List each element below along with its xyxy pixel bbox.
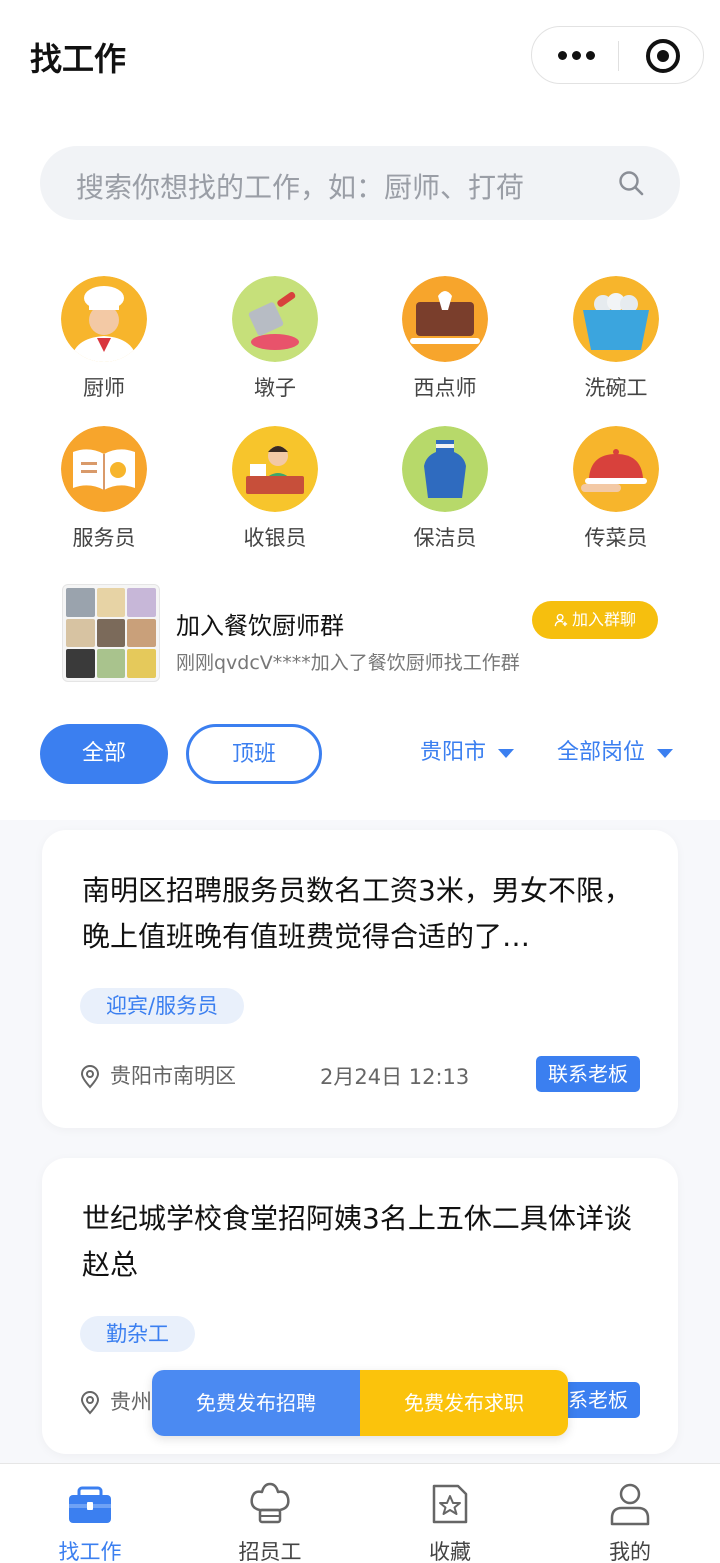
tab-label: 我的 bbox=[609, 1540, 651, 1563]
join-group-label: 加入群聊 bbox=[571, 610, 636, 629]
tab-label: 找工作 bbox=[58, 1540, 122, 1563]
job-location-text: 贵阳市南明区 bbox=[110, 1064, 236, 1088]
tab-label: 招员工 bbox=[238, 1540, 302, 1563]
position-dropdown[interactable]: 全部岗位 bbox=[557, 734, 674, 766]
job-title: 南明区招聘服务员数名工资3米，男女不限，晚上值班晚有值班费觉得合适的了… bbox=[82, 874, 632, 953]
group-invite[interactable]: 加入餐饮厨师群 刚刚qvdcV****加入了餐饮厨师找工作群 加入群聊 bbox=[62, 584, 662, 684]
group-subtitle: 刚刚qvdcV****加入了餐饮厨师找工作群 bbox=[176, 652, 520, 674]
user-add-icon bbox=[554, 613, 568, 627]
city-dropdown[interactable]: 贵阳市 bbox=[420, 734, 515, 766]
chef-hat-icon bbox=[250, 1482, 290, 1524]
job-title: 世纪城学校食堂招阿姨3名上五休二具体详谈赵总 bbox=[82, 1202, 632, 1281]
post-actions: 免费发布招聘 免费发布求职 bbox=[152, 1370, 568, 1436]
category-label: 厨师 bbox=[83, 376, 125, 400]
cashier-icon bbox=[232, 426, 318, 512]
briefcase-icon bbox=[69, 1486, 111, 1523]
category-label: 洗碗工 bbox=[584, 376, 648, 400]
tab-recruit[interactable]: 招员工 bbox=[180, 1464, 360, 1563]
close-miniprogram-icon[interactable] bbox=[646, 39, 680, 73]
tab-mine[interactable]: 我的 bbox=[540, 1464, 720, 1563]
category-label: 传菜员 bbox=[584, 526, 648, 550]
search-bar[interactable]: 搜索你想找的工作，如：厨师、打荷 bbox=[40, 146, 680, 220]
contact-boss-button[interactable]: 联系老板 bbox=[536, 1056, 640, 1092]
job-tag: 迎宾/服务员 bbox=[80, 988, 245, 1024]
category-pastry[interactable]: 西点师 bbox=[380, 276, 510, 402]
job-location: 贵阳市南明区 bbox=[80, 1060, 236, 1090]
job-time: 2月24日 12:13 bbox=[320, 1065, 470, 1089]
tab-find-job[interactable]: 找工作 bbox=[0, 1464, 180, 1563]
caret-down-icon bbox=[498, 748, 515, 758]
chef-icon bbox=[61, 276, 147, 362]
category-label: 西点师 bbox=[413, 376, 477, 400]
category-label: 墩子 bbox=[254, 376, 296, 400]
more-icon[interactable] bbox=[558, 49, 596, 63]
star-doc-icon bbox=[432, 1484, 468, 1524]
pastry-icon bbox=[402, 276, 488, 362]
category-waiter[interactable]: 服务员 bbox=[39, 426, 169, 552]
user-icon bbox=[610, 1483, 650, 1526]
search-icon[interactable] bbox=[618, 170, 644, 196]
caret-down-icon bbox=[657, 748, 674, 758]
location-pin-icon bbox=[80, 1065, 100, 1089]
city-dropdown-label: 贵阳市 bbox=[420, 740, 487, 765]
group-avatar bbox=[62, 584, 160, 682]
search-input[interactable]: 搜索你想找的工作，如：厨师、打荷 bbox=[76, 166, 524, 206]
category-dishwasher[interactable]: 洗碗工 bbox=[551, 276, 681, 402]
top-section bbox=[0, 0, 720, 820]
category-cleaner[interactable]: 保洁员 bbox=[380, 426, 510, 552]
category-label: 服务员 bbox=[72, 526, 136, 550]
cloche-icon bbox=[573, 426, 659, 512]
filter-all-button[interactable]: 全部 bbox=[40, 724, 168, 784]
category-label: 保洁员 bbox=[413, 526, 477, 550]
miniprogram-capsule bbox=[531, 26, 704, 84]
category-chef[interactable]: 厨师 bbox=[39, 276, 169, 402]
tab-label: 收藏 bbox=[429, 1540, 471, 1563]
dish-basin-icon bbox=[573, 276, 659, 362]
tab-bar: 找工作 招员工 收藏 我的 bbox=[0, 1463, 720, 1563]
category-cashier[interactable]: 收银员 bbox=[210, 426, 340, 552]
job-location: 贵州 bbox=[80, 1386, 152, 1416]
apron-icon bbox=[402, 426, 488, 512]
filter-top-button[interactable]: 顶班 bbox=[186, 724, 322, 784]
category-runner[interactable]: 传菜员 bbox=[551, 426, 681, 552]
post-resume-button[interactable]: 免费发布求职 bbox=[360, 1370, 568, 1436]
job-tag: 勤杂工 bbox=[80, 1316, 195, 1352]
menu-book-icon bbox=[61, 426, 147, 512]
position-dropdown-label: 全部岗位 bbox=[557, 740, 646, 765]
job-card[interactable]: 南明区招聘服务员数名工资3米，男女不限，晚上值班晚有值班费觉得合适的了… 迎宾/… bbox=[42, 830, 678, 1128]
tab-favorites[interactable]: 收藏 bbox=[360, 1464, 540, 1563]
join-group-button[interactable]: 加入群聊 bbox=[532, 601, 658, 639]
post-job-button[interactable]: 免费发布招聘 bbox=[152, 1370, 360, 1436]
page-title: 找工作 bbox=[30, 40, 127, 78]
location-pin-icon bbox=[80, 1391, 100, 1415]
cleaver-icon bbox=[232, 276, 318, 362]
group-name: 加入餐饮厨师群 bbox=[176, 612, 344, 640]
job-location-text: 贵州 bbox=[110, 1390, 152, 1414]
category-label: 收银员 bbox=[243, 526, 307, 550]
category-cleaver[interactable]: 墩子 bbox=[210, 276, 340, 402]
capsule-divider bbox=[618, 41, 619, 71]
